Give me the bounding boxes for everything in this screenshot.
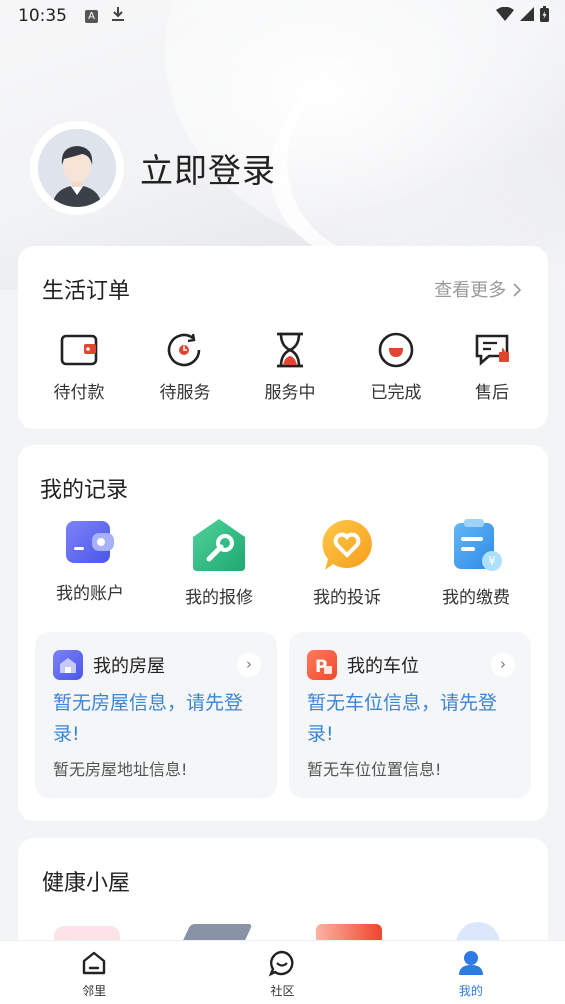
login-button[interactable]: 立即登录 [140, 144, 276, 192]
order-item-label: 已完成 [370, 383, 422, 403]
bottom-nav: 邻里 社区 我的 [0, 940, 565, 1004]
wallet-icon [60, 334, 98, 366]
chevron-right-icon [513, 283, 522, 297]
house-login-prompt[interactable]: 暂无房屋信息，请先登录! [53, 688, 263, 750]
record-item-label: 我的投诉 [313, 588, 381, 608]
my-parking-card[interactable]: P 我的车位 › 暂无车位信息，请先登录! 暂无车位位置信息! [289, 632, 531, 798]
view-more-link[interactable]: 查看更多 [434, 276, 522, 302]
repair-wrench-icon [193, 519, 245, 571]
parking-login-prompt[interactable]: 暂无车位信息，请先登录! [307, 688, 517, 750]
notification-a-icon: A [85, 9, 98, 23]
svg-text:¥: ¥ [488, 554, 496, 568]
record-item-label: 我的缴费 [442, 588, 510, 608]
profile-icon [458, 951, 483, 975]
order-item-label: 服务中 [264, 383, 316, 403]
order-completed[interactable]: 已完成 [346, 332, 446, 403]
nav-label: 邻里 [82, 984, 107, 998]
completed-icon [378, 332, 414, 368]
view-more-label: 查看更多 [434, 280, 507, 301]
parking-title: 我的车位 [347, 656, 419, 677]
record-item-label: 我的账户 [56, 584, 124, 604]
nav-label: 社区 [270, 984, 295, 998]
records-card: 我的记录 我的账户 我的报修 我的投诉 ¥ 我的缴费 我的房屋 › 暂无房屋信息… [18, 445, 548, 821]
parking-location-info: 暂无车位位置信息! [307, 760, 442, 779]
order-item-label: 待付款 [53, 383, 105, 403]
records-title: 我的记录 [40, 478, 129, 503]
house-title: 我的房屋 [93, 656, 165, 677]
complaint-heart-icon [322, 520, 372, 570]
home-icon [82, 951, 106, 975]
hourglass-icon [277, 332, 303, 368]
user-avatar-icon [38, 129, 116, 207]
order-item-label: 售后 [475, 383, 509, 403]
nav-neighborhood[interactable]: 邻里 [0, 941, 188, 1004]
nav-community[interactable]: 社区 [188, 941, 376, 1004]
record-item-label: 我的报修 [185, 588, 253, 608]
avatar[interactable] [30, 121, 124, 215]
record-account[interactable]: 我的账户 [40, 517, 140, 604]
parking-arrow-icon[interactable]: › [491, 653, 515, 677]
order-item-label: 待服务 [159, 383, 211, 403]
orders-card: 生活订单 查看更多 待付款 待服务 服务中 已完成 售后 [18, 246, 548, 429]
wifi-icon [496, 7, 514, 21]
nav-label: 我的 [458, 984, 483, 998]
after-sales-icon [475, 334, 509, 366]
house-address-info: 暂无房屋地址信息! [53, 760, 188, 779]
service-pending-icon [167, 333, 201, 367]
my-house-card[interactable]: 我的房屋 › 暂无房屋信息，请先登录! 暂无房屋地址信息! [35, 632, 277, 798]
orders-title: 生活订单 [42, 279, 131, 304]
record-repair[interactable]: 我的报修 [169, 517, 269, 608]
signal-icon [520, 7, 534, 21]
order-in-service[interactable]: 服务中 [240, 332, 340, 403]
chat-icon [269, 950, 294, 977]
record-complaint[interactable]: 我的投诉 [297, 517, 397, 608]
order-after-sales[interactable]: 售后 [442, 332, 542, 403]
order-pending-payment[interactable]: 待付款 [29, 332, 129, 403]
download-icon [112, 7, 124, 25]
health-title: 健康小屋 [42, 871, 131, 896]
status-time: 10:35 [18, 6, 67, 26]
account-wallet-icon [66, 521, 114, 563]
order-pending-service[interactable]: 待服务 [135, 332, 235, 403]
battery-icon [540, 6, 549, 22]
house-icon [53, 650, 83, 680]
nav-profile[interactable]: 我的 [377, 941, 565, 1004]
status-bar: 10:35 A [0, 0, 565, 32]
payment-clipboard-icon: ¥ [454, 519, 502, 571]
parking-icon: P [307, 650, 337, 680]
record-payment[interactable]: ¥ 我的缴费 [426, 517, 526, 608]
house-arrow-icon[interactable]: › [237, 653, 261, 677]
